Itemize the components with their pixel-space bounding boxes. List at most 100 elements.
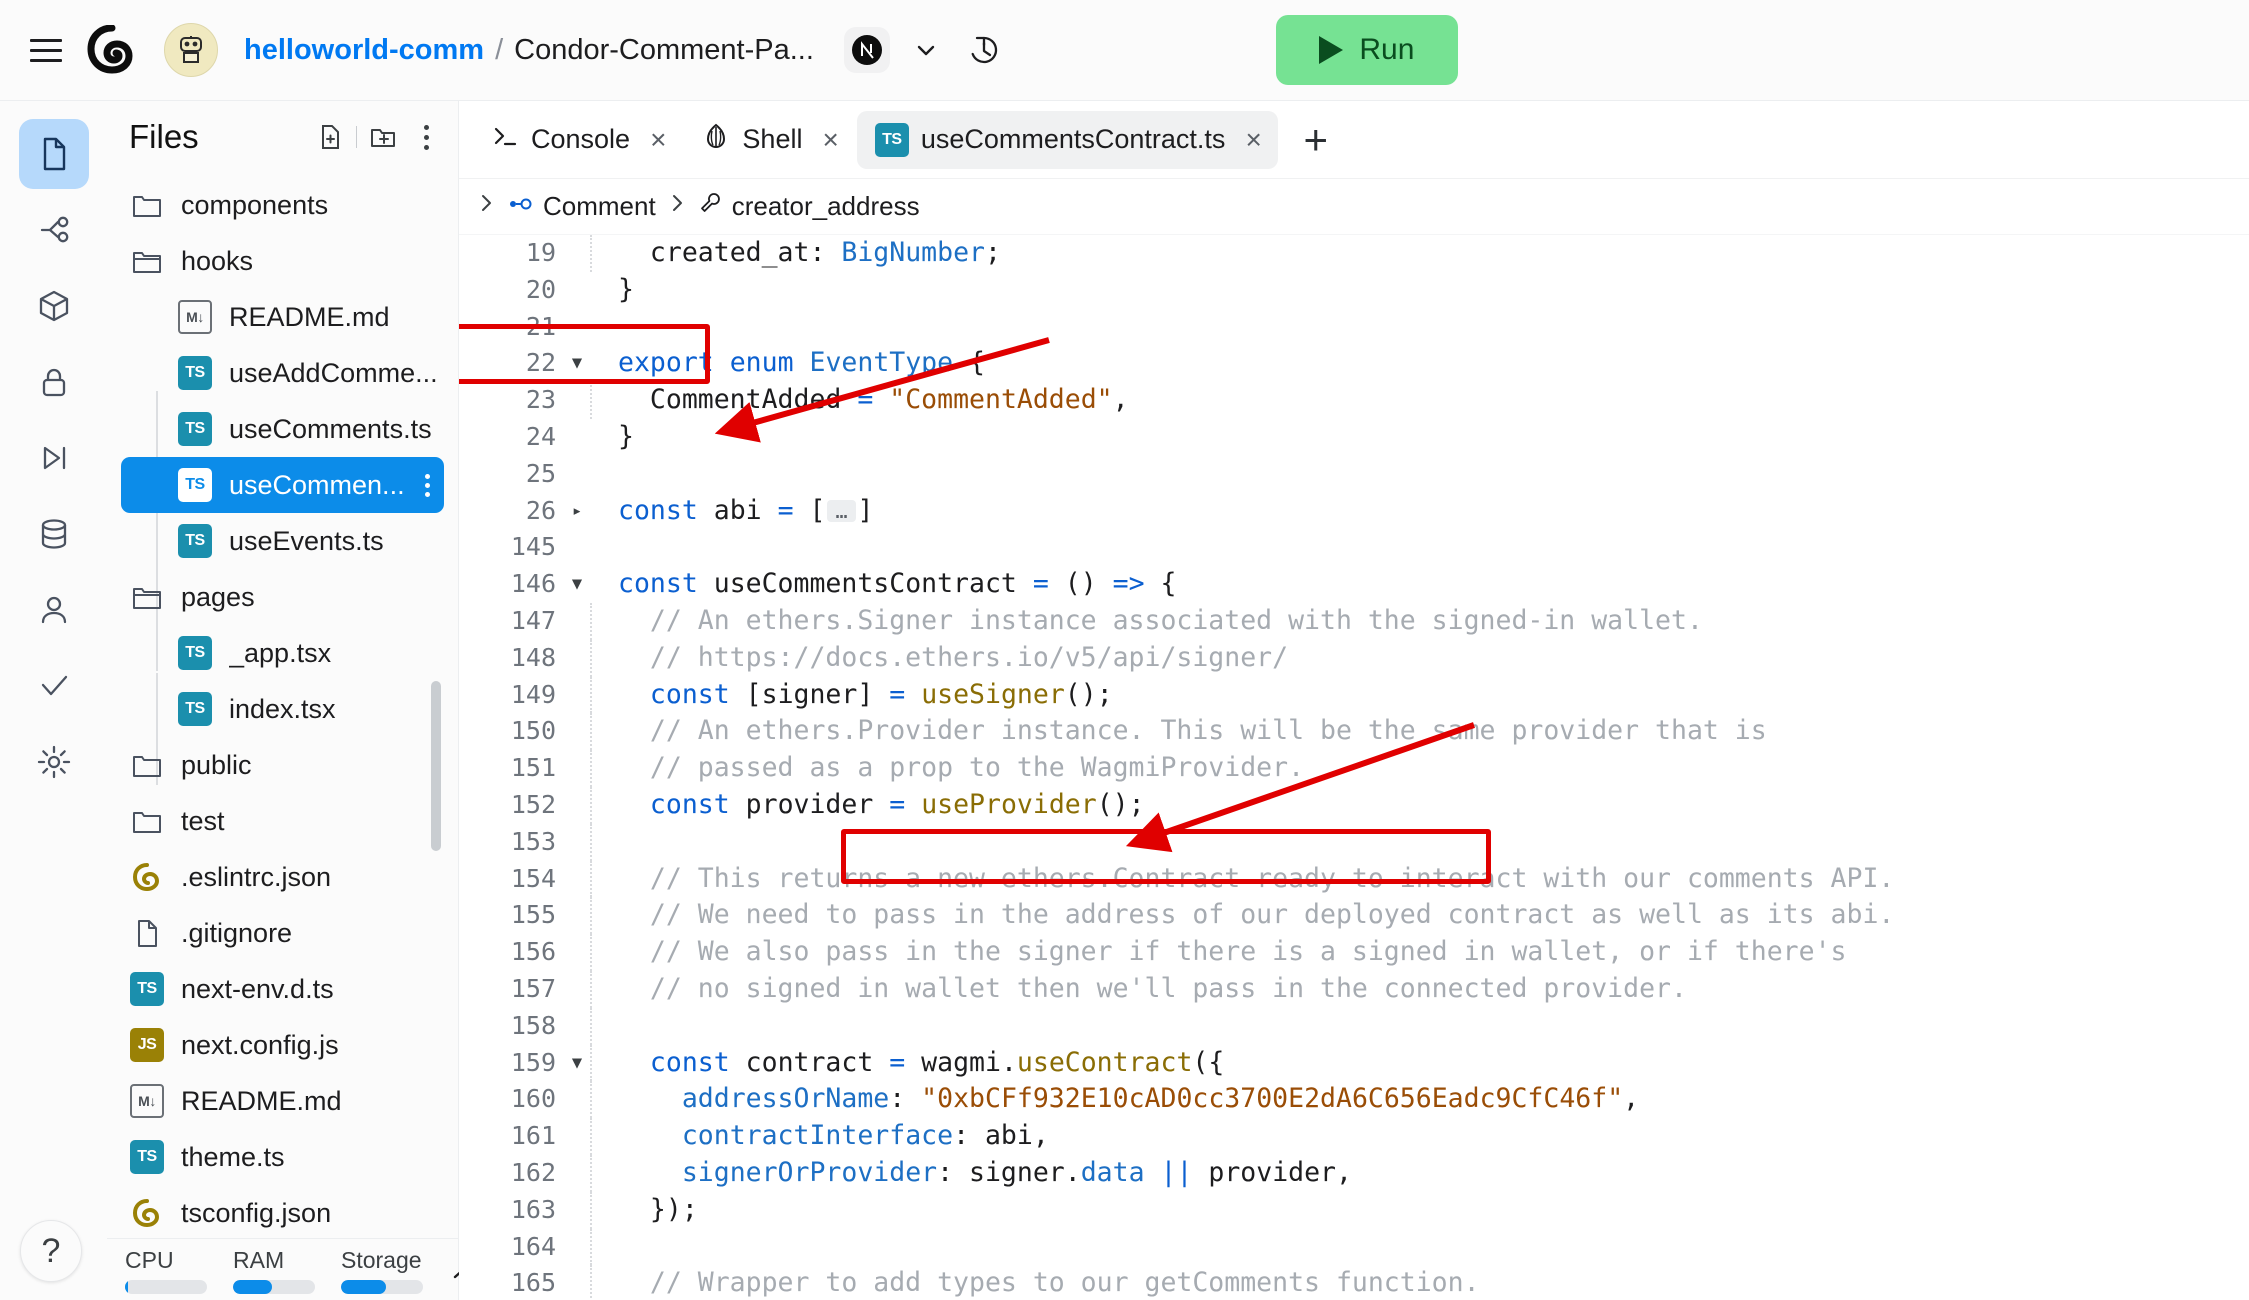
- nextjs-icon[interactable]: [843, 27, 890, 73]
- code-line[interactable]: 160 addressOrName: "0xbCFf932E10cAD0cc37…: [459, 1081, 2249, 1119]
- file-tree-item[interactable]: hooks: [107, 233, 458, 289]
- file-tree-item[interactable]: TS next-env.d.ts: [107, 961, 458, 1017]
- editor-vertical-scrollbar[interactable]: [2231, 235, 2249, 1300]
- code-line[interactable]: 19 created_at: BigNumber;: [459, 235, 2249, 272]
- tab-shell[interactable]: Shell ×: [684, 111, 854, 169]
- file-tree-item[interactable]: pages: [107, 569, 458, 625]
- code-line[interactable]: 25: [459, 456, 2249, 493]
- breadcrumb-repl-name[interactable]: Condor-Comment-Pa...: [514, 34, 814, 67]
- file-type-icon: [125, 749, 169, 781]
- code-line[interactable]: 158: [459, 1007, 2249, 1045]
- code-line[interactable]: 163 });: [459, 1191, 2249, 1229]
- resource-ram[interactable]: RAM: [233, 1247, 315, 1294]
- code-line[interactable]: 22 ▼ export enum EventType {: [459, 345, 2249, 382]
- code-line[interactable]: 161 contractInterface: abi,: [459, 1118, 2249, 1155]
- tab-console-close-icon[interactable]: ×: [650, 125, 666, 154]
- file-tree-item[interactable]: tsconfig.json: [107, 1185, 458, 1241]
- chevron-down-icon[interactable]: [906, 30, 946, 70]
- code-line[interactable]: 165 // Wrapper to add types to our getCo…: [459, 1265, 2249, 1300]
- rail-item-deployments[interactable]: [19, 423, 89, 493]
- file-tree-item-selected[interactable]: TS useCommen...: [121, 457, 444, 513]
- line-number: 149: [510, 679, 556, 709]
- line-number: 159: [510, 1047, 556, 1077]
- new-tab-button[interactable]: +: [1290, 114, 1342, 166]
- code-content[interactable]: 19 created_at: BigNumber; 20} 21 22 ▼ export …: [459, 235, 2249, 1300]
- file-tree-item[interactable]: TS theme.ts: [107, 1129, 458, 1185]
- ts-file-icon: TS: [874, 122, 909, 157]
- avatar[interactable]: [164, 23, 218, 77]
- resource-storage[interactable]: Storage: [341, 1247, 423, 1294]
- rail-item-authentication[interactable]: [19, 575, 89, 645]
- new-folder-icon[interactable]: [366, 120, 400, 154]
- fold-toggle-icon[interactable]: ▼: [564, 566, 590, 603]
- file-tree-item[interactable]: .eslintrc.json: [107, 849, 458, 905]
- rail-item-packages[interactable]: [19, 271, 89, 341]
- tab-usecommentscontract[interactable]: TS useCommentsContract.ts ×: [856, 110, 1278, 169]
- code-line[interactable]: 164: [459, 1228, 2249, 1266]
- run-button[interactable]: Run: [1275, 15, 1458, 85]
- code-line[interactable]: 24}: [459, 419, 2249, 456]
- rail-item-database[interactable]: [19, 499, 89, 569]
- code-line[interactable]: 152 const provider = useProvider();: [459, 786, 2249, 824]
- rail-item-secrets[interactable]: [19, 347, 89, 417]
- code-line[interactable]: 162 signerOrProvider: signer.data || pro…: [459, 1154, 2249, 1192]
- file-tree-item[interactable]: TS _app.tsx: [107, 625, 458, 681]
- code-line[interactable]: 150 // An ethers.Provider instance. This…: [459, 713, 2249, 751]
- code-line[interactable]: 156 // We also pass in the signer if the…: [459, 934, 2249, 971]
- fold-toggle-icon[interactable]: ▼: [564, 1045, 590, 1082]
- code-line[interactable]: 157 // no signed in wallet then we'll pa…: [459, 970, 2249, 1008]
- file-tree-item[interactable]: .gitignore: [107, 905, 458, 961]
- history-clock-icon[interactable]: [962, 28, 1006, 72]
- file-tree-item[interactable]: TS useAddComme...: [107, 345, 458, 401]
- breadcrumb-owner[interactable]: helloworld-comm: [244, 34, 484, 67]
- file-more-icon[interactable]: [425, 473, 430, 497]
- rail-item-version-control[interactable]: [19, 195, 89, 265]
- code-line[interactable]: 153: [459, 823, 2249, 861]
- file-tree-item[interactable]: TS index.tsx: [107, 681, 458, 737]
- file-tree-item[interactable]: M↓ README.md: [107, 1073, 458, 1129]
- file-tree-item[interactable]: JS next.config.js: [107, 1017, 458, 1073]
- file-tree-item[interactable]: test: [107, 793, 458, 849]
- code-line[interactable]: 155 // We need to pass in the address of…: [459, 897, 2249, 935]
- tab-usecommentscontract-close-icon[interactable]: ×: [1245, 125, 1261, 154]
- fold-toggle-icon[interactable]: ▸: [564, 493, 590, 530]
- breadcrumb-comment[interactable]: Comment: [507, 191, 656, 222]
- resource-cpu[interactable]: CPU: [125, 1247, 207, 1294]
- code-line[interactable]: 20}: [459, 272, 2249, 309]
- file-type-icon: TS: [173, 356, 217, 390]
- rail-item-checks[interactable]: [19, 651, 89, 721]
- tab-shell-close-icon[interactable]: ×: [822, 125, 838, 154]
- line-number: 21: [525, 311, 556, 341]
- code-line[interactable]: 147 // An ethers.Signer instance associa…: [459, 602, 2249, 640]
- code-line[interactable]: 151 // passed as a prop to the WagmiProv…: [459, 750, 2249, 787]
- help-button[interactable]: ?: [20, 1220, 82, 1282]
- replit-logo-icon[interactable]: [86, 24, 138, 76]
- files-more-icon[interactable]: [412, 120, 440, 154]
- code-line[interactable]: 23 CommentAdded = "CommentAdded",: [459, 382, 2249, 419]
- file-tree-item[interactable]: TS useEvents.ts: [107, 513, 458, 569]
- code-line[interactable]: 159 ▼ const contract = wagmi.useContract(…: [459, 1044, 2249, 1082]
- new-file-icon[interactable]: [313, 120, 347, 154]
- files-panel-scrollbar-thumb[interactable]: [431, 681, 441, 851]
- tab-console[interactable]: Console ×: [473, 111, 682, 169]
- code-line[interactable]: 21: [459, 309, 2249, 346]
- rail-item-files[interactable]: [18, 119, 89, 189]
- code-line[interactable]: 26 ▸ const abi = […]: [459, 493, 2249, 530]
- code-line[interactable]: 154 // This returns a new ethers.Contrac…: [459, 860, 2249, 898]
- code-line[interactable]: 146 ▼ const useCommentsContract = () => {: [459, 566, 2249, 603]
- file-tree-item[interactable]: M↓ README.md: [107, 289, 458, 345]
- indent-guide: [590, 1154, 618, 1192]
- code-line[interactable]: 148 // https://docs.ethers.io/v5/api/sig…: [459, 639, 2249, 677]
- chevron-right-icon[interactable]: [475, 192, 497, 221]
- code-editor[interactable]: 19 created_at: BigNumber; 20} 21 22 ▼ export …: [459, 235, 2249, 1300]
- code-line[interactable]: 145: [459, 529, 2249, 566]
- code-line-text: export enum EventType {: [618, 347, 986, 379]
- hamburger-menu-icon[interactable]: [24, 28, 68, 72]
- rail-item-settings[interactable]: [19, 727, 89, 797]
- file-tree-item[interactable]: components: [107, 177, 458, 233]
- file-tree-item[interactable]: public: [107, 737, 458, 793]
- breadcrumb-creator-address[interactable]: creator_address: [698, 191, 920, 222]
- code-line[interactable]: 149 const [signer] = useSigner();: [459, 676, 2249, 714]
- fold-toggle-icon[interactable]: ▼: [564, 345, 590, 382]
- file-tree-item[interactable]: TS useComments.ts: [107, 401, 458, 457]
